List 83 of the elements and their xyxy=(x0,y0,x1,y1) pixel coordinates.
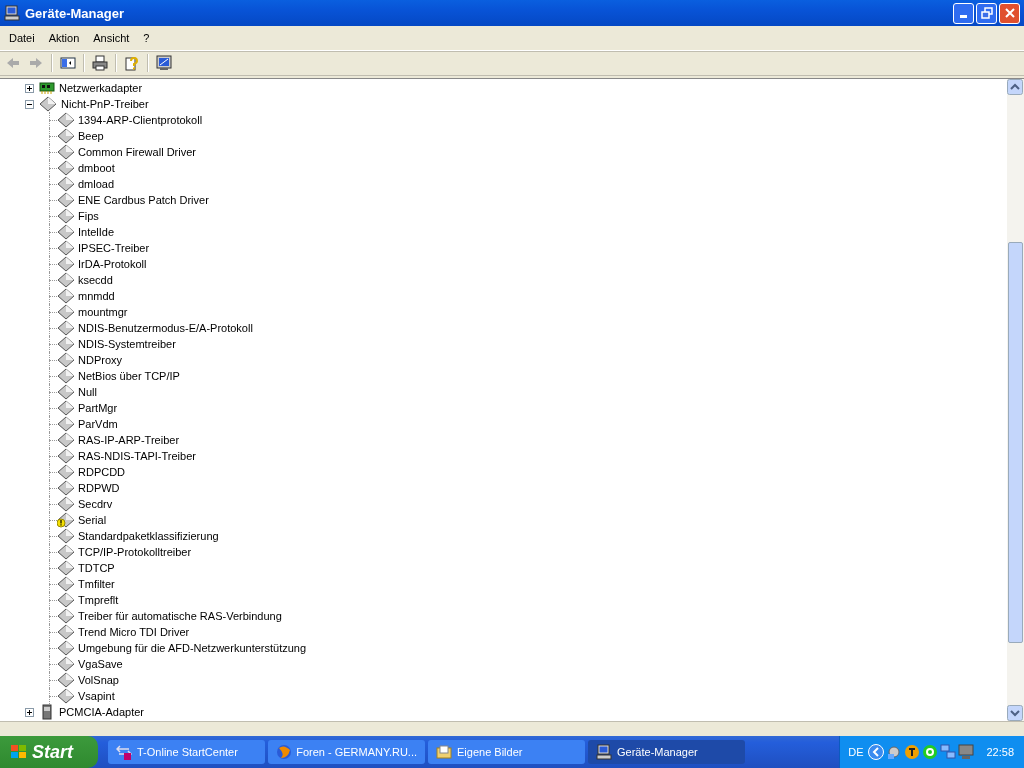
computer-icon xyxy=(596,744,612,760)
menu-item[interactable]: Aktion xyxy=(41,32,87,44)
device-item[interactable]: Common Firewall Driver xyxy=(78,146,196,158)
scroll-up-icon[interactable] xyxy=(1007,79,1023,95)
device-item[interactable]: VolSnap xyxy=(78,674,119,686)
device-item[interactable]: RAS-NDIS-TAPI-Treiber xyxy=(78,450,196,462)
tree-category[interactable]: Nicht-PnP-Treiber xyxy=(61,98,149,110)
restore-icon xyxy=(980,7,993,19)
device-item[interactable]: Beep xyxy=(78,130,104,142)
device-item[interactable]: Tmpreflt xyxy=(78,594,119,606)
scroll-thumb[interactable] xyxy=(1008,242,1023,643)
device-item[interactable]: IntelIde xyxy=(78,226,115,238)
close-icon xyxy=(1003,7,1016,19)
device-item[interactable]: Tmfilter xyxy=(78,578,115,590)
plus-icon xyxy=(25,83,34,93)
device-item[interactable]: NDProxy xyxy=(78,354,122,366)
device-item[interactable]: mountmgr xyxy=(78,306,128,318)
expand-button[interactable] xyxy=(25,707,34,717)
device-item[interactable]: dmboot xyxy=(78,162,115,174)
device-item[interactable]: Vsapint xyxy=(78,690,115,702)
tree-category[interactable]: PCMCIA-Adapter xyxy=(59,706,144,718)
device-item[interactable]: Null xyxy=(78,386,97,398)
taskbar-button[interactable]: Geräte-Manager xyxy=(588,740,745,764)
device-item[interactable]: ksecdd xyxy=(78,274,113,286)
device-item[interactable]: RDPWD xyxy=(78,482,120,494)
network-computers-icon[interactable] xyxy=(940,744,957,760)
plus-icon xyxy=(25,707,34,717)
device-item[interactable]: Serial xyxy=(78,514,107,526)
device-item[interactable]: NDIS-Benutzermodus-E/A-Protokoll xyxy=(78,322,253,334)
device-item[interactable]: Umgebung für die AFD-Netzwerkunterstützung xyxy=(78,642,307,654)
device-item[interactable]: TCP/IP-Protokolltreiber xyxy=(78,546,192,558)
device-item[interactable]: 1394-ARP-Clientprotokoll xyxy=(78,114,203,126)
close-button[interactable] xyxy=(999,2,1020,24)
device-item[interactable]: VgaSave xyxy=(78,658,123,670)
panel-toggle-icon[interactable] xyxy=(60,55,76,71)
menu-item[interactable]: ? xyxy=(136,32,157,44)
device-item[interactable]: TDTCP xyxy=(78,562,115,574)
device-item[interactable]: Treiber für automatische RAS-Verbindung xyxy=(78,610,282,622)
print-icon[interactable] xyxy=(92,55,108,71)
menu-item[interactable]: Datei xyxy=(2,32,42,44)
device-item[interactable]: IrDA-Protokoll xyxy=(78,258,147,270)
diamond-icon xyxy=(39,96,57,112)
device-item[interactable]: Standardpaketklassifizierung xyxy=(78,530,219,542)
windows-logo-icon xyxy=(10,744,28,760)
chevron-icon[interactable] xyxy=(868,744,885,760)
clock: 22:58 xyxy=(986,746,1014,758)
minimize-icon xyxy=(960,15,967,18)
device-item[interactable]: PartMgr xyxy=(78,402,118,414)
minimize-button[interactable] xyxy=(953,2,974,24)
device-item[interactable]: dmload xyxy=(78,178,115,190)
device-item[interactable]: Trend Micro TDI Driver xyxy=(78,626,190,638)
network-card-icon xyxy=(39,81,55,95)
tray-circle-icon[interactable] xyxy=(904,744,921,760)
help-icon[interactable] xyxy=(124,55,140,71)
collapse-button[interactable] xyxy=(25,99,34,109)
start-button[interactable]: Start xyxy=(0,736,98,768)
device-item[interactable]: Secdrv xyxy=(78,498,113,510)
taskbar-button[interactable]: T-Online StartCenter xyxy=(108,740,265,764)
vertical-scrollbar[interactable] xyxy=(1007,79,1024,721)
scroll-down-icon[interactable] xyxy=(1007,705,1023,721)
folder-icon xyxy=(436,744,452,760)
taskbar-button[interactable]: Eigene Bilder xyxy=(428,740,585,764)
device-item[interactable]: mnmdd xyxy=(78,290,115,302)
device-item[interactable]: Fips xyxy=(78,210,99,222)
monitor-icon[interactable] xyxy=(156,55,172,71)
expand-button[interactable] xyxy=(25,83,34,93)
tree-category[interactable]: Netzwerkadapter xyxy=(59,82,143,94)
taskbar-button[interactable]: Foren - GERMANY.RU... xyxy=(268,740,425,764)
pc-card-icon xyxy=(39,704,55,720)
computer-icon xyxy=(4,5,20,21)
device-item[interactable]: ENE Cardbus Patch Driver xyxy=(78,194,209,206)
globe-icon xyxy=(276,744,292,760)
device-item[interactable]: IPSEC-Treiber xyxy=(78,242,150,254)
device-item[interactable]: RDPCDD xyxy=(78,466,126,478)
arrows-icon xyxy=(116,744,132,760)
device-item[interactable]: NetBios über TCP/IP xyxy=(78,370,180,382)
device-item[interactable]: RAS-IP-ARP-Treiber xyxy=(78,434,180,446)
window-title: Geräte-Manager xyxy=(25,5,125,21)
menu-item[interactable]: Ansicht xyxy=(86,32,137,44)
device-item[interactable]: ParVdm xyxy=(78,418,118,430)
device-item[interactable]: NDIS-Systemtreiber xyxy=(78,338,176,350)
restore-button[interactable] xyxy=(976,2,997,24)
minus-icon xyxy=(25,99,34,109)
